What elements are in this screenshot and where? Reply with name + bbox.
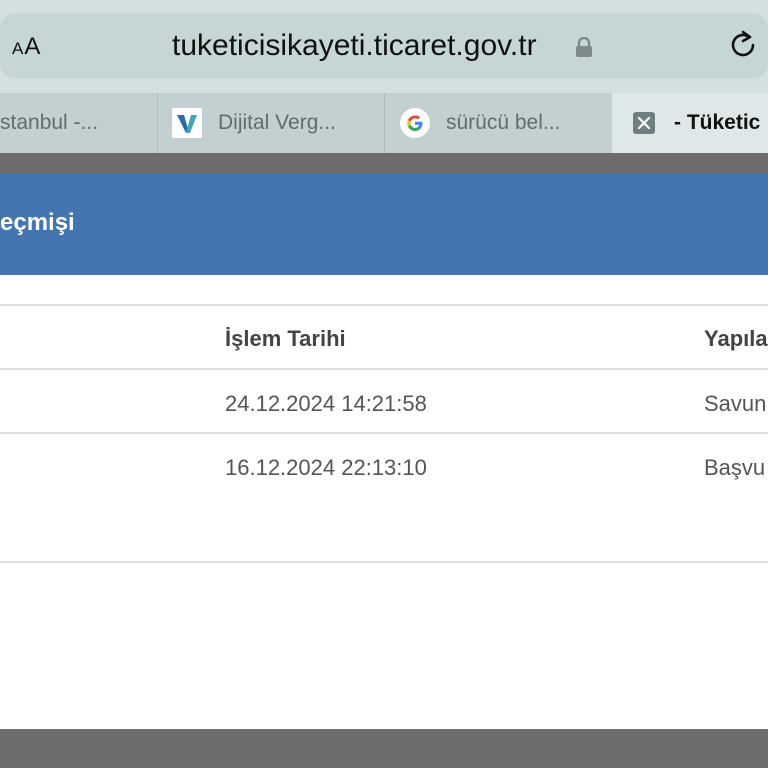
- table-top-border: [0, 304, 768, 306]
- row-divider: [0, 432, 768, 434]
- row-action: Başvu: [704, 455, 766, 480]
- row-date: 16.12.2024 22:13:10: [225, 455, 427, 480]
- table-bottom-border: [0, 561, 768, 563]
- lock-icon: [576, 37, 592, 57]
- tab-label: stanbul -...: [0, 111, 99, 134]
- modal-header: eçmişi: [0, 173, 768, 275]
- tab-dijital-vergi[interactable]: Dijital Verg...: [158, 93, 384, 153]
- tab-bar: stanbul -... Dijital Verg... sürücü bel.…: [0, 93, 768, 154]
- browser-toolbar: AA tuketicisikayeti.ticaret.gov.tr: [0, 0, 768, 93]
- url-text[interactable]: tuketicisikayeti.ticaret.gov.tr: [172, 29, 537, 63]
- tab-google-search[interactable]: sürücü bel...: [385, 93, 611, 153]
- tab-tuketici-active[interactable]: - Tüketic: [612, 93, 768, 153]
- modal-title: eçmişi: [0, 209, 75, 236]
- row-date: 24.12.2024 14:21:58: [225, 391, 427, 416]
- column-header-action: Yapıla: [704, 326, 768, 351]
- address-bar[interactable]: AA tuketicisikayeti.ticaret.gov.tr: [0, 13, 768, 79]
- row-action: Savun: [704, 391, 767, 416]
- history-modal: eçmişi İşlem Tarihi Yapıla 24.12.2024 14…: [0, 173, 768, 729]
- table-header-divider: [0, 368, 768, 370]
- tab-label: - Tüketic: [674, 111, 761, 134]
- column-header-date: İşlem Tarihi: [225, 326, 346, 351]
- text-size-button[interactable]: AA: [12, 33, 41, 61]
- reload-icon[interactable]: [727, 28, 761, 62]
- tab-istanbul[interactable]: stanbul -...: [0, 93, 157, 153]
- tab-label: Dijital Verg...: [218, 111, 336, 134]
- dijital-vergi-favicon-icon: [172, 108, 202, 138]
- google-favicon-icon: [400, 108, 430, 138]
- close-tab-icon[interactable]: [632, 111, 656, 135]
- tab-label: sürücü bel...: [446, 111, 561, 134]
